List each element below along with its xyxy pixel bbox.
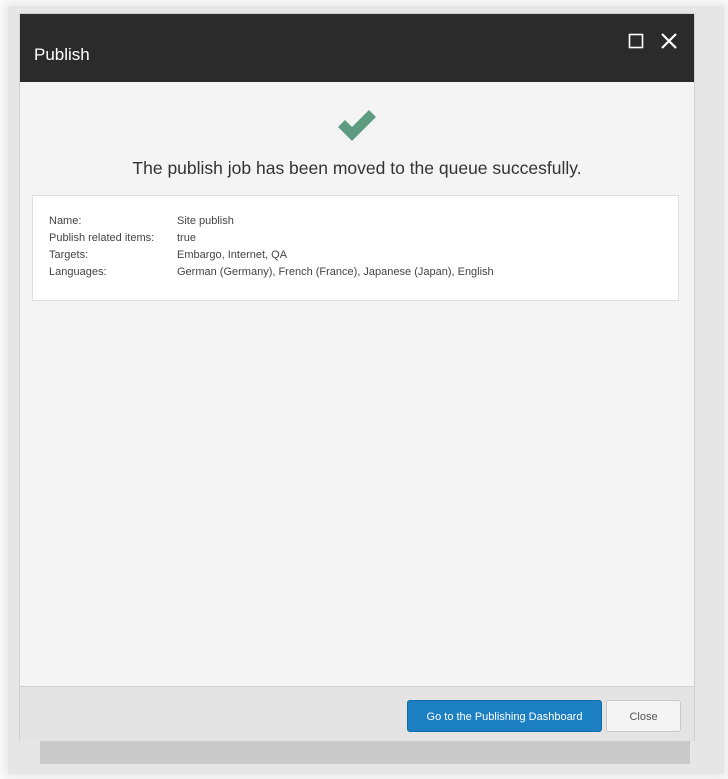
dialog-shadow-bottom <box>40 740 690 764</box>
maximize-icon[interactable] <box>628 33 644 49</box>
success-message: The publish job has been moved to the qu… <box>132 158 582 178</box>
publish-dialog: Publish The publish job has been moved t… <box>19 13 695 741</box>
detail-label: Languages: <box>49 266 107 278</box>
dialog-titlebar: Publish <box>20 14 694 82</box>
publish-details-panel: Name: Site publish Publish related items… <box>32 195 679 301</box>
detail-label: Targets: <box>49 249 89 261</box>
detail-label: Name: <box>49 215 82 227</box>
dialog-title: Publish <box>34 45 90 64</box>
detail-value: German (Germany), French (France), Japan… <box>177 266 494 278</box>
detail-value: true <box>177 232 196 244</box>
close-icon[interactable] <box>658 30 680 52</box>
detail-value: Site publish <box>177 215 234 227</box>
publishing-dashboard-button[interactable]: Go to the Publishing Dashboard <box>407 700 602 732</box>
close-button[interactable]: Close <box>606 700 681 732</box>
detail-value: Embargo, Internet, QA <box>177 249 288 261</box>
checkmark-icon <box>338 110 376 141</box>
dialog-footer: Go to the Publishing Dashboard Close <box>20 686 694 741</box>
detail-label: Publish related items: <box>49 232 155 244</box>
